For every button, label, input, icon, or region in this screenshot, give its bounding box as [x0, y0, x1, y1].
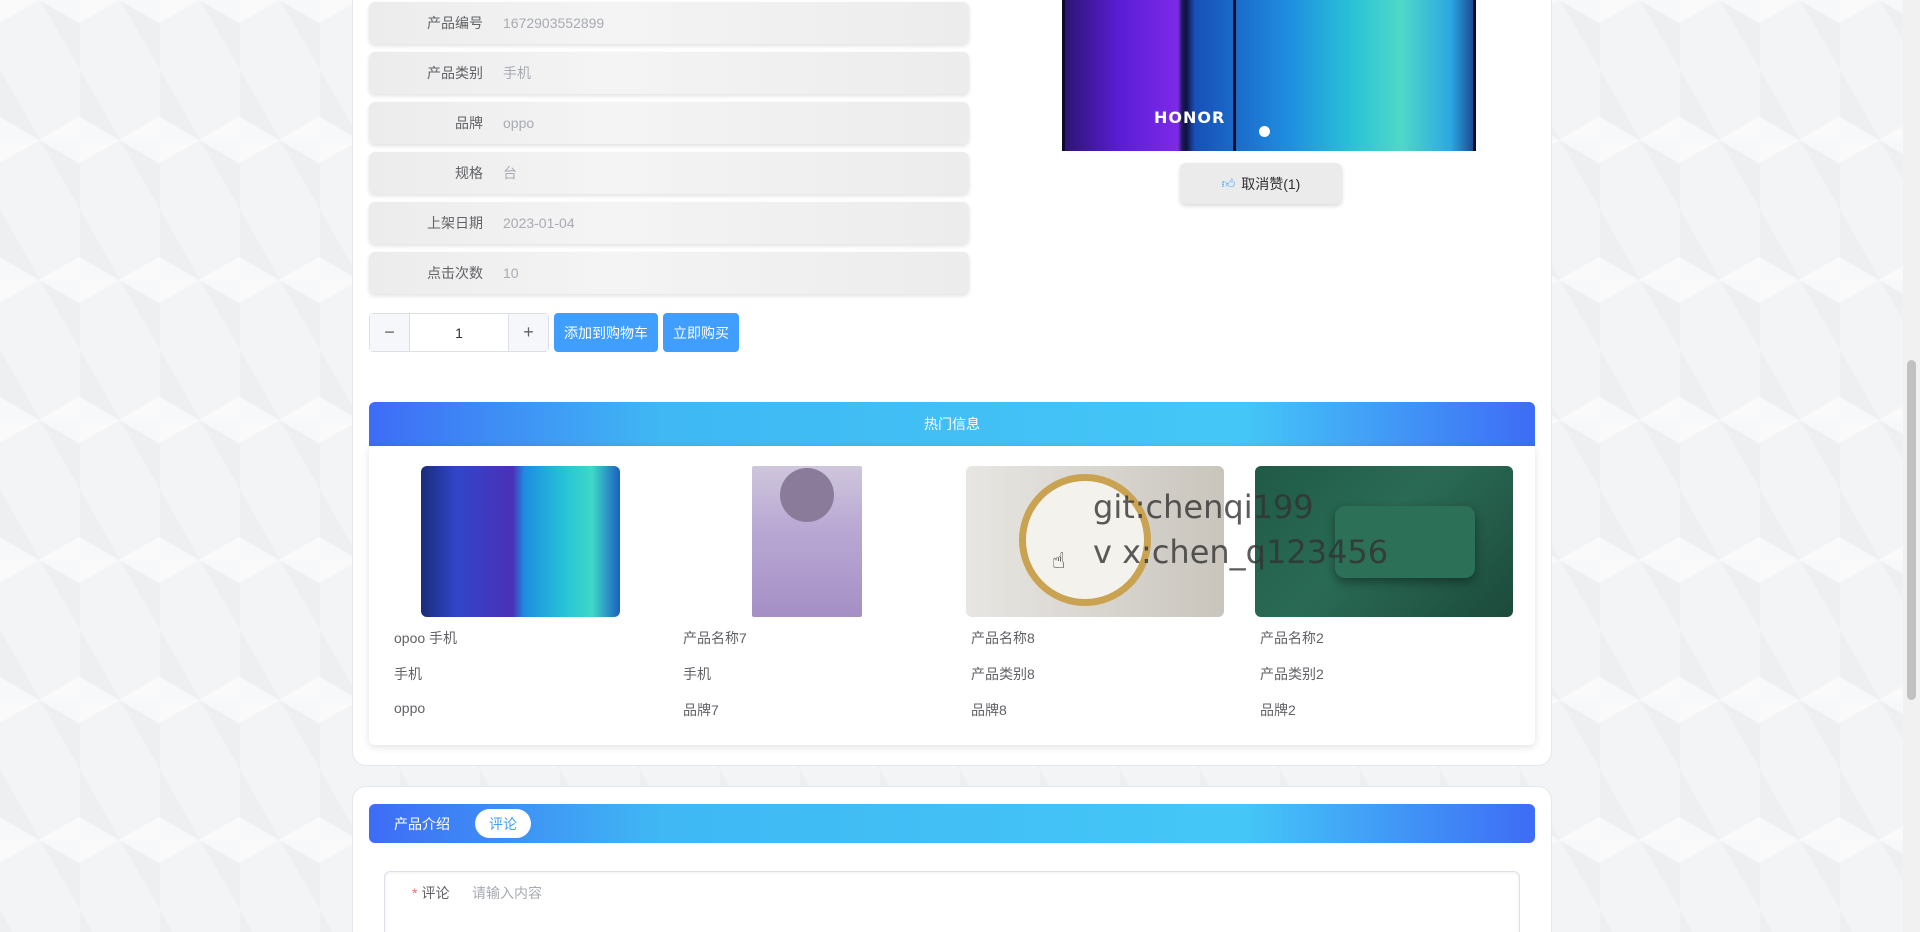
hot-item-brand: 品牌7 — [683, 702, 719, 718]
add-to-cart-button[interactable]: 添加到购物车 — [554, 313, 658, 352]
info-row-product-number: 产品编号 1672903552899 — [369, 2, 969, 44]
info-row-spec: 规格 台 — [369, 152, 969, 194]
comment-label: * 评论 — [412, 883, 449, 903]
hot-item-brand: oppo — [394, 700, 426, 716]
thumbs-up-icon: 👍︎ — [1221, 175, 1236, 191]
product-tabs: 产品介绍 评论 — [369, 804, 1535, 843]
watermark-line-1: git:chenqi199 — [1093, 488, 1314, 526]
phone-edge — [1062, 0, 1065, 151]
info-value: 手机 — [503, 65, 531, 81]
decrease-button[interactable]: − — [370, 314, 410, 351]
phone-edge — [1473, 0, 1476, 151]
buy-now-button[interactable]: 立即购买 — [663, 313, 739, 352]
hot-item-name[interactable]: 产品名称8 — [971, 628, 1035, 648]
hot-info-header: 热门信息 — [369, 402, 1535, 446]
info-value: 2023-01-04 — [503, 215, 575, 231]
product-image-carousel[interactable]: HONOR — [1062, 0, 1476, 151]
info-row-listing-date: 上架日期 2023-01-04 — [369, 202, 969, 244]
unlike-button[interactable]: 👍︎ 取消赞(1) — [1180, 163, 1342, 204]
required-mark: * — [412, 885, 418, 901]
carousel-indicator[interactable] — [1259, 126, 1270, 137]
hot-item-category: 手机 — [683, 666, 711, 682]
comment-input[interactable]: 请输入内容 — [472, 883, 542, 903]
hot-item-category: 产品类别8 — [971, 666, 1035, 682]
info-label: 产品类别 — [427, 65, 483, 81]
hot-item-image[interactable] — [752, 466, 862, 617]
comment-label-text: 评论 — [421, 885, 450, 901]
hand-cursor-icon: ☝︎ — [1052, 548, 1066, 573]
increase-button[interactable]: + — [508, 314, 548, 351]
quantity-input[interactable]: 1 — [410, 314, 508, 351]
info-row-brand: 品牌 oppo — [369, 102, 969, 144]
info-value: 台 — [503, 165, 517, 181]
hot-item-image[interactable] — [421, 466, 620, 617]
phone-edge — [1233, 0, 1236, 151]
info-label: 品牌 — [455, 115, 483, 131]
comment-form — [384, 871, 1520, 932]
info-label: 上架日期 — [427, 215, 483, 231]
tab-product-intro[interactable]: 产品介绍 — [394, 804, 450, 843]
tab-comments[interactable]: 评论 — [475, 809, 531, 838]
hot-item-brand: 品牌2 — [1260, 702, 1296, 718]
page-scrollbar[interactable] — [1903, 0, 1920, 932]
info-value: 10 — [503, 265, 519, 281]
hot-item-category: 产品类别2 — [1260, 666, 1324, 682]
info-value: 1672903552899 — [503, 15, 605, 31]
unlike-label: 取消赞(1) — [1241, 175, 1301, 192]
hot-item-brand: 品牌8 — [971, 702, 1007, 718]
quantity-stepper[interactable]: − 1 + — [369, 313, 549, 352]
scrollbar-thumb[interactable] — [1907, 360, 1916, 700]
hot-item-name[interactable]: opoo 手机 — [394, 628, 457, 648]
watermark-line-2: v x:chen_q123456 — [1093, 533, 1389, 571]
info-row-category: 产品类别 手机 — [369, 52, 969, 94]
info-label: 规格 — [455, 165, 483, 181]
hot-item-category: 手机 — [394, 666, 422, 682]
brand-logo-text: HONOR — [1154, 108, 1226, 127]
info-row-click-count: 点击次数 10 — [369, 252, 969, 294]
camera-module — [780, 468, 834, 522]
info-label: 产品编号 — [427, 15, 483, 31]
hot-item-name[interactable]: 产品名称2 — [1260, 628, 1324, 648]
hot-item-name[interactable]: 产品名称7 — [683, 628, 747, 648]
info-value: oppo — [503, 115, 535, 131]
info-label: 点击次数 — [427, 265, 483, 281]
